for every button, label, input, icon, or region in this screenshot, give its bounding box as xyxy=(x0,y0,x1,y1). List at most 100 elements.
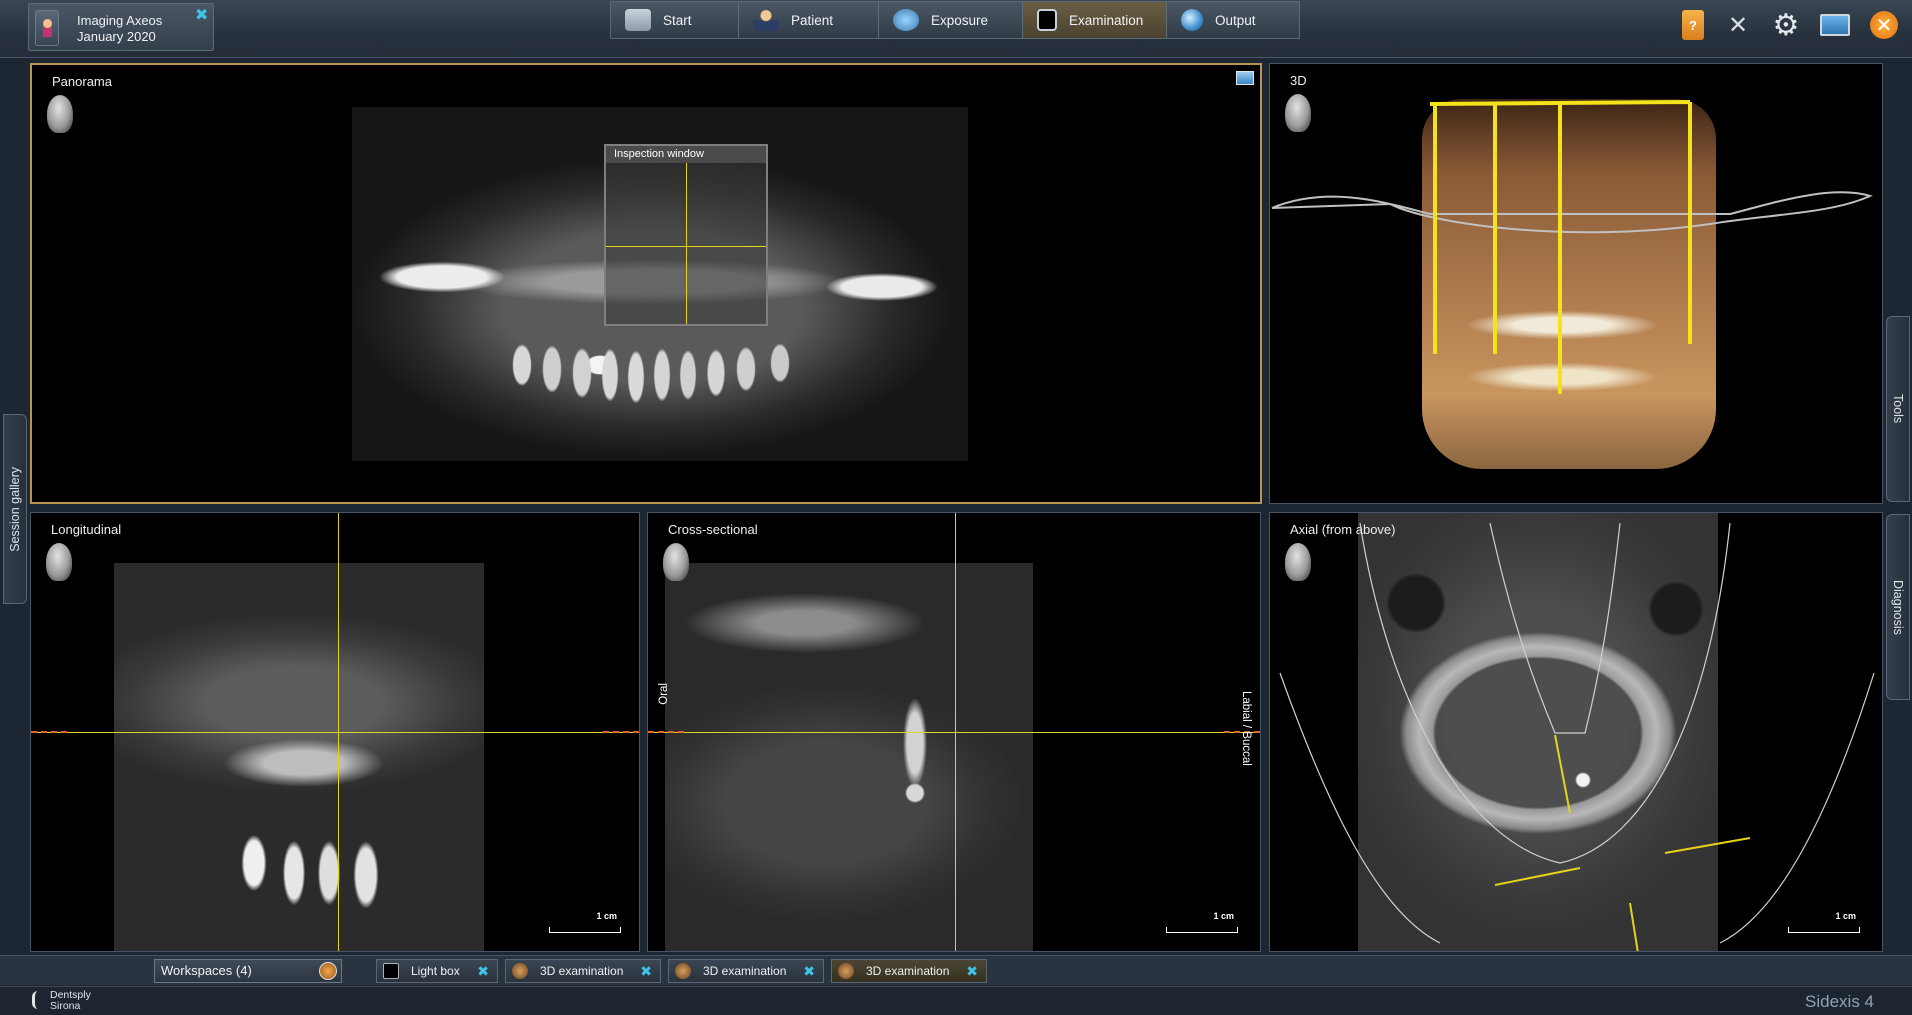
tools-icon[interactable]: ✕ xyxy=(1724,11,1752,39)
workspaces-label: Workspaces (4) xyxy=(161,963,252,978)
inspection-window[interactable]: Inspection window xyxy=(604,144,768,326)
head-orientation-icon[interactable] xyxy=(1285,543,1311,581)
panorama-title: Panorama xyxy=(52,74,112,89)
brand-line-2: Sirona xyxy=(50,999,81,1012)
workflow-examination[interactable]: Examination xyxy=(1023,2,1167,38)
3d-examination-icon xyxy=(675,963,691,979)
exit-icon[interactable]: ✕ xyxy=(1870,11,1898,39)
patient-avatar-icon xyxy=(35,10,59,46)
longitudinal-slice-image[interactable] xyxy=(114,563,484,951)
3d-examination-icon xyxy=(838,963,854,979)
scale-bar-line xyxy=(1788,927,1860,933)
crosshair-vertical[interactable] xyxy=(338,513,339,951)
workspace-tab-label: Light box xyxy=(411,964,460,978)
tab-tools-label: Tools xyxy=(1891,394,1905,424)
status-bar: Dentsply Sirona Sidexis 4 xyxy=(0,986,1912,1015)
three-d-view[interactable]: 3D xyxy=(1269,63,1883,504)
tab-tools[interactable]: Tools xyxy=(1886,316,1910,502)
workflow-steps: Start Patient Exposure Examination Outpu… xyxy=(610,1,1300,39)
scale-bar-line xyxy=(549,927,621,933)
workspace-tab-3d-examination[interactable]: 3D examination ✖ xyxy=(668,959,824,983)
close-tab-icon[interactable]: ✖ xyxy=(966,960,978,982)
scale-bar: 1 cm xyxy=(549,911,621,933)
patient-card[interactable]: Imaging Axeos January 2020 ✖ xyxy=(28,3,214,51)
light-box-icon xyxy=(383,963,399,979)
axial-overlay xyxy=(1279,522,1875,951)
axial-title: Axial (from above) xyxy=(1290,522,1396,537)
panorama-view[interactable]: Panorama Inspection window xyxy=(30,63,1262,504)
home-icon xyxy=(625,9,651,31)
tab-diagnosis-label: Diagnosis xyxy=(1891,579,1905,635)
scale-bar: 1 cm xyxy=(1788,911,1860,933)
scale-bar-label: 1 cm xyxy=(1213,911,1234,921)
orientation-marker-left xyxy=(648,731,684,733)
oral-side-label: Oral xyxy=(658,683,670,705)
scale-bar: 1 cm xyxy=(1166,911,1238,933)
crosshair-horizontal[interactable] xyxy=(31,732,639,733)
top-bar: Imaging Axeos January 2020 ✖ Start Patie… xyxy=(0,0,1912,58)
workflow-start[interactable]: Start xyxy=(611,2,739,38)
examination-icon xyxy=(1037,9,1057,31)
tab-diagnosis[interactable]: Diagnosis xyxy=(1886,514,1910,700)
workspace-tab-light-box[interactable]: Light box ✖ xyxy=(376,959,498,983)
three-d-title: 3D xyxy=(1290,73,1307,88)
axial-view[interactable]: Axial (from above) 1 cm xyxy=(1269,512,1883,952)
cross-sectional-view[interactable]: Cross-sectional Oral Labial / Buccal 1 c… xyxy=(647,512,1261,952)
workspaces-selector[interactable]: Workspaces (4) xyxy=(154,959,342,983)
workspace-tab-label: 3D examination xyxy=(540,964,624,978)
workspace-bar: Workspaces (4) Light box ✖ 3D examinatio… xyxy=(0,955,1912,985)
inspection-window-label: Inspection window xyxy=(606,146,766,163)
head-orientation-icon[interactable] xyxy=(47,95,73,133)
patient-name: Imaging Axeos xyxy=(77,13,163,28)
head-orientation-icon[interactable] xyxy=(663,543,689,581)
orientation-marker-left xyxy=(31,731,67,733)
person-icon xyxy=(753,9,779,31)
dentsply-sirona-logo: Dentsply Sirona xyxy=(32,990,91,1011)
arch-curve-overlay xyxy=(1271,100,1873,394)
scale-bar-label: 1 cm xyxy=(596,911,617,921)
crosshair-vertical[interactable] xyxy=(955,513,956,951)
workflow-output-label: Output xyxy=(1215,12,1256,28)
settings-gear-icon[interactable]: ⚙ xyxy=(1772,9,1800,42)
workflow-exposure[interactable]: Exposure xyxy=(879,2,1023,38)
workspace-tab-3d-examination[interactable]: 3D examination ✖ xyxy=(831,959,987,983)
close-tab-icon[interactable]: ✖ xyxy=(477,960,489,982)
toolbar-right: ? ✕ ⚙ ✕ xyxy=(1682,9,1898,42)
cross-sectional-title: Cross-sectional xyxy=(668,522,758,537)
workflow-exposure-label: Exposure xyxy=(931,12,989,28)
workspace-tab-label: 3D examination xyxy=(703,964,787,978)
scale-bar-label: 1 cm xyxy=(1835,911,1856,921)
brand-line-1: Dentsply xyxy=(50,989,91,1001)
cross-sectional-slice-image[interactable] xyxy=(665,563,1033,951)
workflow-examination-label: Examination xyxy=(1069,12,1144,28)
orientation-marker-right xyxy=(603,731,639,733)
globe-icon xyxy=(1181,9,1203,31)
close-tab-icon[interactable]: ✖ xyxy=(640,960,652,982)
patient-date: January 2020 xyxy=(77,29,156,44)
product-name: Sidexis 4 xyxy=(1805,992,1874,1011)
workflow-patient-label: Patient xyxy=(791,12,834,28)
crosshair-vertical[interactable] xyxy=(686,163,687,324)
longitudinal-title: Longitudinal xyxy=(51,522,122,537)
maximize-view-icon[interactable] xyxy=(1236,71,1254,85)
help-book-icon[interactable]: ? xyxy=(1682,10,1704,40)
workflow-patient[interactable]: Patient xyxy=(739,2,879,38)
brand-mark-icon xyxy=(32,991,46,1009)
monitor-icon[interactable] xyxy=(1820,14,1850,36)
scale-bar-line xyxy=(1166,927,1238,933)
workspace-tab-label: 3D examination xyxy=(866,964,950,978)
tab-session-gallery-label: Session gallery xyxy=(8,466,22,552)
workspace-manage-icon[interactable] xyxy=(319,962,337,980)
xray-source-icon xyxy=(893,9,919,31)
head-orientation-icon[interactable] xyxy=(1285,94,1311,132)
close-tab-icon[interactable]: ✖ xyxy=(803,960,815,982)
workspace-tab-3d-examination[interactable]: 3D examination ✖ xyxy=(505,959,661,983)
labial-buccal-side-label: Labial / Buccal xyxy=(1240,691,1252,766)
workflow-start-label: Start xyxy=(663,12,692,28)
tab-session-gallery[interactable]: Session gallery xyxy=(3,414,27,604)
head-orientation-icon[interactable] xyxy=(46,543,72,581)
close-patient-icon[interactable]: ✖ xyxy=(195,8,208,24)
longitudinal-view[interactable]: Longitudinal 1 cm xyxy=(30,512,640,952)
3d-examination-icon xyxy=(512,963,528,979)
workflow-output[interactable]: Output xyxy=(1167,2,1299,38)
